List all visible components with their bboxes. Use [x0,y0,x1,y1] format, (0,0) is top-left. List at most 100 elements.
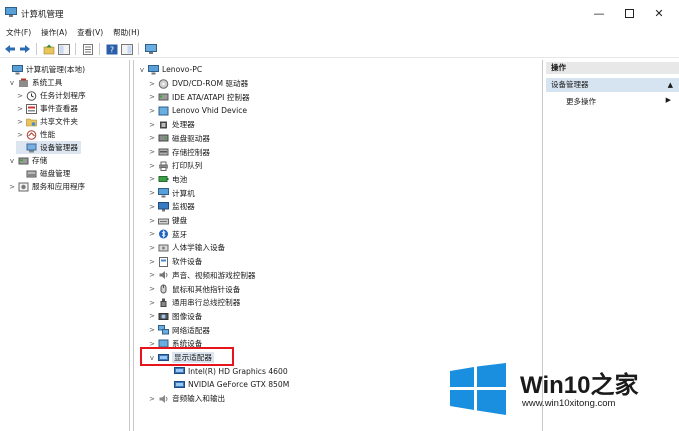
device-category[interactable]: > 打印队列 [148,159,202,172]
chevron-down-icon[interactable]: v [8,157,16,165]
device-category[interactable]: > 监视器 [148,200,195,213]
chevron-right-icon[interactable]: > [148,162,156,170]
device-category[interactable]: > 音频输入和输出 [148,392,225,405]
device-label: DVD/CD-ROM 驱动器 [172,79,249,88]
device-category[interactable]: > 图像设备 [148,310,202,323]
maximize-button[interactable] [614,4,644,22]
forward-button[interactable] [18,43,31,56]
watermark-brand: Win10之家 [520,365,638,400]
device-category[interactable]: > 网络适配器 [148,324,210,337]
tree-item-label: 系统工具 [32,78,63,87]
show-hide-button[interactable] [120,43,133,56]
device-category[interactable]: > 人体学输入设备 [148,241,225,254]
tree-item-device-manager[interactable]: 设备管理器 [16,141,81,154]
device-category[interactable]: > 键盘 [148,214,187,227]
menu-file[interactable]: 文件(F) [0,26,35,40]
tree-item-disk-management[interactable]: 磁盘管理 [16,167,70,180]
chevron-right-icon[interactable]: > [148,175,156,183]
chevron-right-icon[interactable]: > [8,183,16,191]
console-tree-button[interactable] [57,43,70,56]
device-category[interactable]: > IDE ATA/ATAPI 控制器 [148,91,250,104]
tree-item-computer-management[interactable]: 计算机管理(本地) [2,63,85,76]
chevron-right-icon[interactable]: > [148,285,156,293]
device-manager-icon [26,143,37,152]
chevron-right-icon[interactable]: ▶ [666,96,671,104]
chevron-right-icon[interactable]: > [16,105,24,113]
chevron-right-icon[interactable]: > [148,312,156,320]
menu-action[interactable]: 操作(A) [35,26,71,40]
tree-item-event-viewer[interactable]: > 事件查看器 [16,102,78,115]
chevron-right-icon[interactable]: > [148,271,156,279]
audio-icon [159,394,168,403]
help-button[interactable]: ? [105,43,118,56]
back-button[interactable] [3,43,16,56]
tools-icon [19,78,28,87]
chevron-down-icon[interactable]: v [138,66,146,74]
device-category[interactable]: > 软件设备 [148,255,202,268]
device-category[interactable]: > 存储控制器 [148,146,210,159]
watermark-url: www.win10xitong.com [522,398,616,409]
properties-button[interactable] [81,43,94,56]
clock-icon [26,90,37,101]
device-label: 处理器 [172,120,195,130]
chevron-right-icon[interactable]: > [148,121,156,129]
toolbar-separator [138,43,139,55]
device-category[interactable]: > Lenovo Vhid Device [148,104,247,117]
chevron-right-icon[interactable]: > [16,131,24,139]
chevron-right-icon[interactable]: > [148,80,156,88]
device-category[interactable]: > 鼠标和其他指针设备 [148,283,240,296]
device-category[interactable]: > 电池 [148,173,187,186]
chevron-right-icon[interactable]: > [148,107,156,115]
actions-device-manager[interactable]: 设备管理器 ▲ [546,78,679,92]
tree-item-task-scheduler[interactable]: > 任务计划程序 [16,89,86,102]
hdd-icon [158,134,169,142]
chevron-right-icon[interactable]: > [148,134,156,142]
chevron-right-icon[interactable]: > [148,203,156,211]
device-category[interactable]: > 磁盘驱动器 [148,132,210,145]
device-label: 电池 [172,174,188,184]
device-item[interactable]: Intel(R) HD Graphics 4600 [164,365,288,378]
device-tree-root[interactable]: v Lenovo-PC [138,63,202,76]
more-actions-link[interactable]: 更多操作 [566,96,596,107]
chevron-right-icon[interactable]: > [148,189,156,197]
tree-item-storage[interactable]: v 存储 [8,154,47,167]
performance-icon [26,129,37,140]
device-label: 蓝牙 [172,229,188,239]
collapse-triangle-icon[interactable]: ▲ [668,78,673,92]
chevron-right-icon[interactable]: > [148,395,156,403]
device-label: 网络适配器 [172,325,210,335]
device-category[interactable]: > 声音、视频和游戏控制器 [148,269,255,282]
tree-item-services-and-applications[interactable]: > 服务和应用程序 [8,180,85,193]
device-category[interactable]: > 处理器 [148,118,195,131]
menu-help[interactable]: 帮助(H) [107,26,144,40]
device-category[interactable]: > 通用串行总线控制器 [148,296,240,309]
chevron-right-icon[interactable]: > [148,244,156,252]
chevron-down-icon[interactable]: v [8,79,16,87]
device-item[interactable]: NVIDIA GeForce GTX 850M [164,378,289,391]
up-folder-button[interactable] [42,43,55,56]
tree-item-label: 事件查看器 [40,104,78,113]
chevron-right-icon[interactable]: > [148,93,156,101]
device-label: NVIDIA GeForce GTX 850M [188,380,290,390]
chevron-right-icon[interactable]: > [16,92,24,100]
storage-icon [18,157,29,164]
device-category[interactable]: > 计算机 [148,187,195,200]
device-category[interactable]: > 蓝牙 [148,228,187,241]
chevron-right-icon[interactable]: > [148,217,156,225]
chevron-right-icon[interactable]: > [148,299,156,307]
chevron-right-icon[interactable]: > [148,230,156,238]
menu-view[interactable]: 查看(V) [71,26,107,40]
services-icon [18,182,29,191]
close-button[interactable]: ✕ [644,4,674,22]
chevron-right-icon[interactable]: > [148,258,156,266]
tree-item-shared-folders[interactable]: > 共享文件夹 [16,115,78,128]
device-category[interactable]: > DVD/CD-ROM 驱动器 [148,77,248,90]
toolbar-separator [36,43,37,55]
chevron-right-icon[interactable]: > [16,118,24,126]
minimize-button[interactable]: — [584,4,614,22]
tree-item-performance[interactable]: > 性能 [16,128,55,141]
chevron-right-icon[interactable]: > [148,148,156,156]
chevron-right-icon[interactable]: > [148,326,156,334]
scan-hardware-button[interactable] [144,43,157,56]
tree-item-system-tools[interactable]: v 系统工具 [8,76,62,89]
